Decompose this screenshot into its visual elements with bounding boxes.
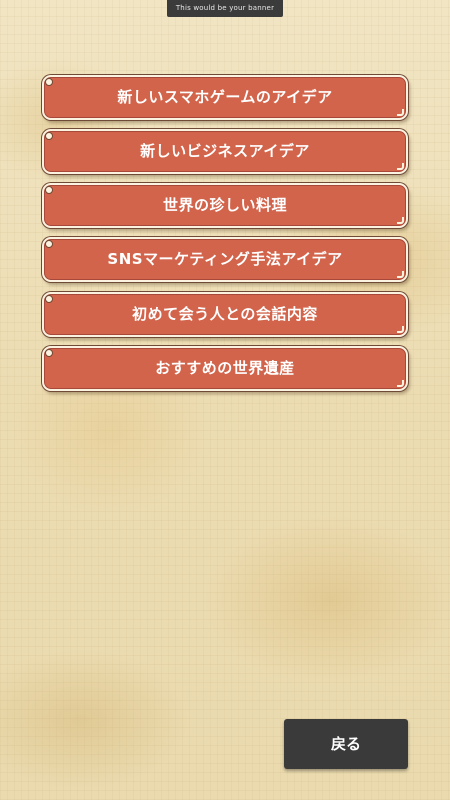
- menu-button-label: 初めて会う人との会話内容: [132, 305, 318, 323]
- menu-button-smartphone-game-ideas[interactable]: 新しいスマホゲームのアイデア: [42, 75, 408, 120]
- ad-banner-text: This would be your banner: [175, 4, 275, 12]
- menu-button-business-ideas[interactable]: 新しいビジネスアイデア: [42, 129, 408, 174]
- corner-ornament-icon: [397, 109, 404, 116]
- menu-button-label: 新しいスマホゲームのアイデア: [117, 88, 333, 106]
- menu-button-label: おすすめの世界遺産: [155, 359, 295, 377]
- corner-ornament-icon: [397, 163, 404, 170]
- menu-button-sns-marketing-ideas[interactable]: SNSマーケティング手法アイデア: [42, 237, 408, 282]
- menu-button-label: SNSマーケティング手法アイデア: [107, 250, 343, 268]
- menu-button-first-meeting-conversation[interactable]: 初めて会う人との会話内容: [42, 292, 408, 337]
- corner-ornament-icon: [397, 380, 404, 387]
- ad-banner[interactable]: This would be your banner: [167, 0, 283, 17]
- menu-button-rare-world-dishes[interactable]: 世界の珍しい料理: [42, 183, 408, 228]
- menu-button-label: 新しいビジネスアイデア: [140, 142, 310, 160]
- corner-ornament-icon: [397, 326, 404, 333]
- menu-button-world-heritage[interactable]: おすすめの世界遺産: [42, 346, 408, 391]
- corner-ornament-icon: [397, 271, 404, 278]
- back-button[interactable]: 戻る: [284, 719, 408, 769]
- corner-ornament-icon: [397, 217, 404, 224]
- menu-button-label: 世界の珍しい料理: [162, 196, 287, 214]
